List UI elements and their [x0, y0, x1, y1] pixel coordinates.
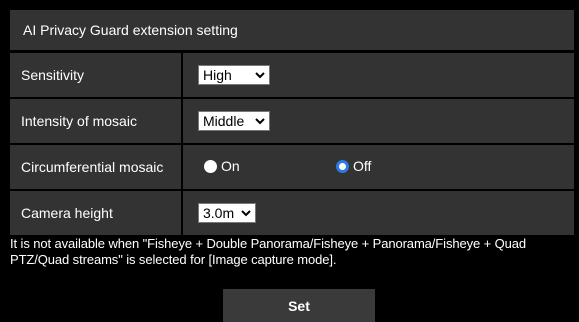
radio-on-label: On — [221, 158, 240, 174]
circumferential-row: Circumferential mosaic On Off — [10, 145, 574, 189]
sensitivity-label: Sensitivity — [10, 53, 181, 97]
circumferential-label: Circumferential mosaic — [10, 145, 181, 189]
circumferential-cell: On Off — [183, 145, 574, 189]
section-title: AI Privacy Guard extension setting — [10, 10, 574, 51]
set-button[interactable]: Set — [223, 289, 375, 322]
chevron-down-icon — [255, 72, 265, 79]
intensity-value: Middle — [203, 113, 245, 129]
sensitivity-value: High — [203, 67, 232, 83]
chevron-down-icon — [241, 210, 251, 217]
intensity-select[interactable]: Middle — [198, 111, 270, 131]
intensity-label: Intensity of mosaic — [10, 99, 181, 143]
intensity-cell: Middle — [183, 99, 574, 143]
radio-on-icon — [204, 159, 217, 173]
intensity-row: Intensity of mosaic Middle — [10, 99, 574, 143]
camera-height-cell: 3.0m — [183, 191, 574, 235]
settings-panel: AI Privacy Guard extension setting Sensi… — [10, 10, 574, 322]
sensitivity-row: Sensitivity High — [10, 53, 574, 97]
radio-off[interactable]: Off — [336, 158, 371, 174]
radio-on[interactable]: On — [204, 158, 240, 174]
availability-note: It is not available when "Fisheye + Doub… — [10, 236, 527, 267]
sensitivity-cell: High — [183, 53, 574, 97]
camera-height-label: Camera height — [10, 191, 181, 235]
radio-off-checked-icon — [336, 159, 349, 173]
chevron-down-icon — [255, 118, 265, 125]
camera-height-select[interactable]: 3.0m — [198, 203, 256, 223]
camera-height-row: Camera height 3.0m — [10, 191, 574, 235]
sensitivity-select[interactable]: High — [198, 65, 270, 85]
camera-height-value: 3.0m — [203, 205, 235, 221]
radio-off-label: Off — [353, 158, 372, 174]
